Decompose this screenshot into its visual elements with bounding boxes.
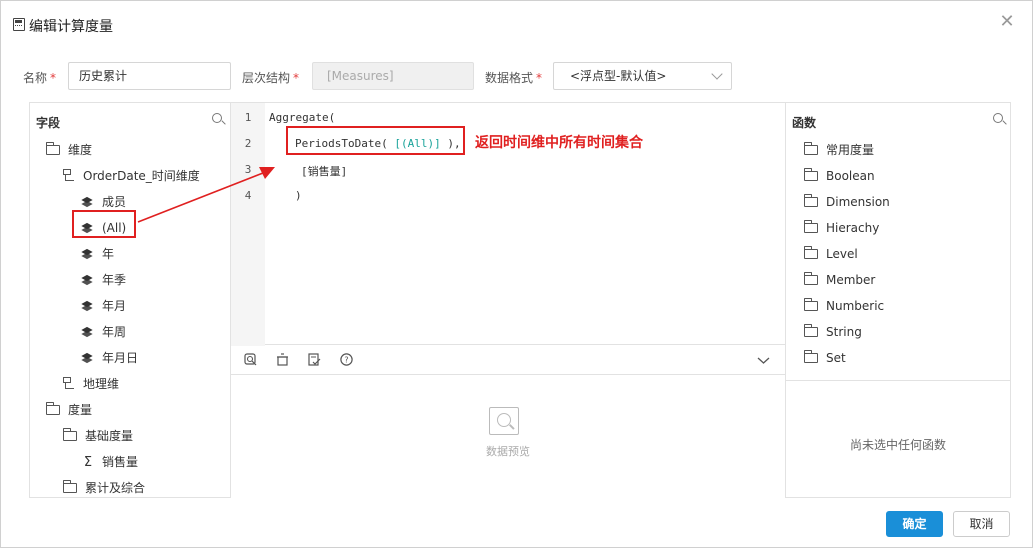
function-category-dimension[interactable]: Dimension	[803, 192, 890, 212]
folder-icon	[803, 194, 818, 207]
ok-button[interactable]: 确定	[886, 511, 943, 537]
cancel-button[interactable]: 取消	[953, 511, 1010, 537]
functions-panel-header: 函数	[792, 116, 817, 130]
function-category-hierachy[interactable]: Hierachy	[803, 218, 879, 238]
folder-icon	[803, 324, 818, 337]
function-category-member[interactable]: Member	[803, 270, 875, 290]
preview-icon	[489, 407, 519, 435]
folder-icon	[803, 142, 818, 155]
folder-icon	[803, 220, 818, 233]
editor-toolbar: ?	[231, 345, 785, 375]
preview-label: 数据预览	[486, 445, 530, 458]
folder-icon	[803, 298, 818, 311]
search-icon[interactable]	[993, 113, 1003, 123]
svg-text:?: ?	[344, 356, 348, 365]
panel-divider	[786, 380, 1010, 381]
chevron-down-icon[interactable]	[757, 354, 770, 367]
folder-icon	[803, 350, 818, 363]
data-preview-area: 数据预览	[231, 375, 785, 498]
function-empty-text: 尚未选中任何函数	[849, 438, 946, 452]
validate-icon[interactable]	[308, 353, 321, 366]
clear-icon[interactable]	[276, 353, 289, 366]
function-category-level[interactable]: Level	[803, 244, 858, 264]
folder-icon	[803, 246, 818, 259]
help-icon[interactable]: ?	[340, 353, 353, 366]
folder-icon	[803, 272, 818, 285]
edit-calculated-measure-dialog: 编辑计算度量 ✕ 名称 * 历史累计 层次结构 * [Measures] 数据格式 *…	[0, 0, 1033, 548]
function-category-string[interactable]: String	[803, 322, 862, 342]
functions-panel: 函数 常用度量 Boolean Dimension Hierachy Level…	[785, 102, 1011, 498]
function-category-common[interactable]: 常用度量	[803, 140, 874, 160]
function-category-set[interactable]: Set	[803, 348, 846, 368]
function-category-numberic[interactable]: Numberic	[803, 296, 884, 316]
format-icon[interactable]	[244, 353, 257, 366]
function-category-boolean[interactable]: Boolean	[803, 166, 875, 186]
folder-icon	[803, 168, 818, 181]
